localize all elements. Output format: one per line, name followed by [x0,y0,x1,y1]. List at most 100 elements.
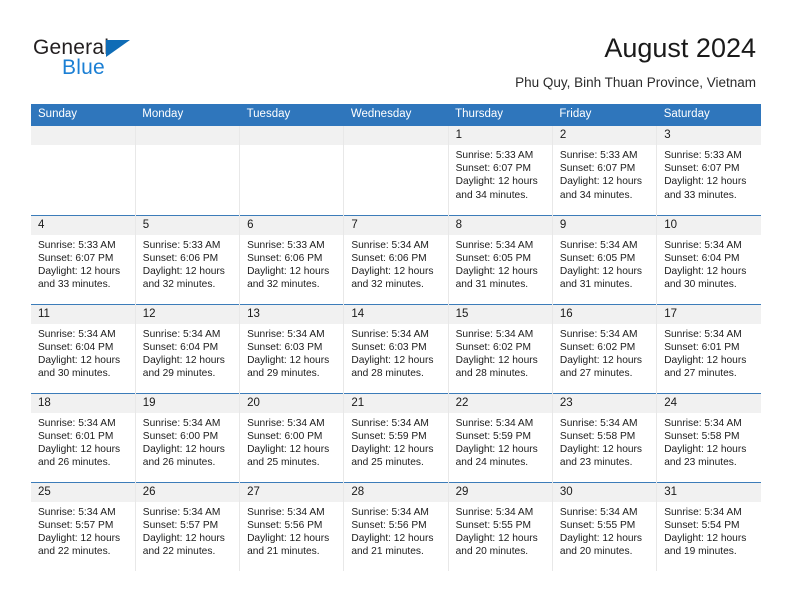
day-number: 26 [135,482,240,502]
sunset-time: Sunset: 6:04 PM [142,341,219,353]
calendar-day-cell[interactable]: 11 Sunrise: 5:34 AM Sunset: 6:04 PM Dayligh… [31,303,136,393]
calendar-day-cell[interactable]: 13 Sunrise: 5:34 AM Sunset: 6:03 PM Dayligh… [239,303,344,393]
daylight-duration-line2: and 31 minutes. [455,279,529,291]
daylight-duration-line1: Daylight: 12 hours [455,443,538,455]
calendar-day-cell[interactable]: 18 Sunrise: 5:34 AM Sunset: 6:01 PM Dayligh… [31,392,136,482]
weekday-header-monday: Monday [135,104,240,126]
sunset-time: Sunset: 5:56 PM [351,519,427,531]
daylight-duration-line1: Daylight: 12 hours [351,265,434,277]
calendar-day-cell[interactable]: 17 Sunrise: 5:34 AM Sunset: 6:01 PM Dayligh… [656,303,761,393]
daylight-duration-line1: Daylight: 12 hours [455,354,538,366]
calendar-day-cell[interactable]: 10 Sunrise: 5:34 AM Sunset: 6:04 PM Dayligh… [656,214,761,304]
daylight-duration-line2: and 23 minutes. [664,457,737,469]
day-details: Sunrise: 5:33 AM Sunset: 6:07 PM Daylight:… [553,145,656,202]
sunrise-time: Sunrise: 5:34 AM [559,417,638,429]
day-number: 27 [240,482,344,502]
daylight-duration-line1: Daylight: 12 hours [559,443,643,455]
daylight-duration-line1: Daylight: 12 hours [38,443,121,455]
day-number: 23 [552,393,657,413]
weekday-header-thursday: Thursday [448,104,553,126]
calendar-day-cell[interactable]: 2 Sunrise: 5:33 AM Sunset: 6:07 PM Daylight… [551,126,657,215]
calendar-day-cell[interactable]: 23 Sunrise: 5:34 AM Sunset: 5:58 PM Dayligh… [551,392,657,482]
calendar-day-cell[interactable]: 5 Sunrise: 5:33 AM Sunset: 6:06 PM Daylight… [134,214,240,304]
calendar-day-cell[interactable]: 19 Sunrise: 5:34 AM Sunset: 6:00 PM Dayligh… [134,392,240,482]
calendar-day-cell-empty [239,126,344,215]
sunrise-time: Sunrise: 5:34 AM [142,506,221,518]
daylight-duration-line1: Daylight: 12 hours [142,532,225,544]
calendar-day-cell-empty [343,126,449,215]
calendar-day-cell[interactable]: 15 Sunrise: 5:34 AM Sunset: 6:02 PM Dayligh… [447,303,553,393]
sunset-time: Sunset: 5:58 PM [559,430,636,442]
day-number: 14 [344,304,448,324]
daylight-duration-line1: Daylight: 12 hours [38,532,121,544]
calendar-day-cell[interactable]: 29 Sunrise: 5:34 AM Sunset: 5:55 PM Dayligh… [447,481,553,571]
day-details: Sunrise: 5:33 AM Sunset: 6:06 PM Daylight:… [240,235,343,292]
sunset-time: Sunset: 5:54 PM [664,519,740,531]
sunrise-time: Sunrise: 5:34 AM [559,506,638,518]
daylight-duration-line1: Daylight: 12 hours [351,532,434,544]
daylight-duration-line2: and 31 minutes. [559,279,633,291]
sunset-time: Sunset: 6:07 PM [455,163,531,175]
daylight-duration-line2: and 33 minutes. [664,189,737,201]
sunrise-time: Sunrise: 5:33 AM [559,150,638,161]
sunset-time: Sunset: 6:06 PM [142,252,219,264]
sunrise-time: Sunrise: 5:34 AM [351,328,429,340]
calendar-day-cell[interactable]: 14 Sunrise: 5:34 AM Sunset: 6:03 PM Dayligh… [343,303,449,393]
day-details: Sunrise: 5:34 AM Sunset: 5:59 PM Daylight:… [344,413,447,470]
calendar-day-cell[interactable]: 31 Sunrise: 5:34 AM Sunset: 5:54 PM Dayligh… [656,481,761,571]
calendar-body: 1 Sunrise: 5:33 AM Sunset: 6:07 PM Daylight… [31,126,761,571]
day-details: Sunrise: 5:34 AM Sunset: 6:06 PM Daylight:… [344,235,447,292]
calendar-day-cell[interactable]: 16 Sunrise: 5:34 AM Sunset: 6:02 PM Dayligh… [551,303,657,393]
calendar-day-cell[interactable]: 22 Sunrise: 5:34 AM Sunset: 5:59 PM Dayligh… [447,392,553,482]
sunrise-time: Sunrise: 5:34 AM [38,506,116,518]
daylight-duration-line1: Daylight: 12 hours [455,532,538,544]
calendar-day-cell[interactable]: 6 Sunrise: 5:33 AM Sunset: 6:06 PM Daylight… [239,214,344,304]
calendar-day-cell[interactable]: 12 Sunrise: 5:34 AM Sunset: 6:04 PM Dayligh… [134,303,240,393]
daylight-duration-line1: Daylight: 12 hours [455,265,538,277]
calendar-day-cell[interactable]: 27 Sunrise: 5:34 AM Sunset: 5:56 PM Dayligh… [239,481,344,571]
day-number: 5 [135,215,240,235]
day-number: 31 [657,482,761,502]
day-number: 1 [448,126,552,145]
calendar-day-cell-empty [134,126,240,215]
calendar-day-cell[interactable]: 9 Sunrise: 5:34 AM Sunset: 6:05 PM Daylight… [551,214,657,304]
calendar-day-cell[interactable]: 1 Sunrise: 5:33 AM Sunset: 6:07 PM Daylight… [447,126,553,215]
calendar-day-cell[interactable]: 3 Sunrise: 5:33 AM Sunset: 6:07 PM Daylight… [656,126,761,215]
calendar-day-cell-empty [31,126,136,215]
daylight-duration-line2: and 34 minutes. [455,189,529,201]
day-number: 13 [240,304,344,324]
sunrise-time: Sunrise: 5:34 AM [142,328,221,340]
sunrise-time: Sunrise: 5:34 AM [351,417,429,429]
day-number: 16 [552,304,657,324]
general-blue-logo[interactable]: General Blue [33,36,273,86]
sunrise-time: Sunrise: 5:34 AM [38,417,116,429]
day-details: Sunrise: 5:34 AM Sunset: 6:00 PM Daylight:… [240,413,343,470]
daylight-duration-line2: and 21 minutes. [247,546,320,558]
sunset-time: Sunset: 6:04 PM [38,341,114,353]
sunset-time: Sunset: 6:02 PM [559,341,636,353]
sunrise-time: Sunrise: 5:34 AM [559,328,638,340]
sunset-time: Sunset: 5:59 PM [351,430,427,442]
sunrise-time: Sunrise: 5:34 AM [455,506,534,518]
calendar-day-cell[interactable]: 8 Sunrise: 5:34 AM Sunset: 6:05 PM Daylight… [447,214,553,304]
calendar-day-cell[interactable]: 28 Sunrise: 5:34 AM Sunset: 5:56 PM Dayligh… [343,481,449,571]
calendar-day-cell[interactable]: 4 Sunrise: 5:33 AM Sunset: 6:07 PM Daylight… [31,214,136,304]
daylight-duration-line1: Daylight: 12 hours [559,265,643,277]
calendar-day-cell[interactable]: 7 Sunrise: 5:34 AM Sunset: 6:06 PM Daylight… [343,214,449,304]
calendar-day-cell[interactable]: 24 Sunrise: 5:34 AM Sunset: 5:58 PM Dayligh… [656,392,761,482]
calendar-day-cell[interactable]: 21 Sunrise: 5:34 AM Sunset: 5:59 PM Dayligh… [343,392,449,482]
sunset-time: Sunset: 6:07 PM [38,252,114,264]
sunrise-time: Sunrise: 5:34 AM [247,506,325,518]
sunrise-time: Sunrise: 5:34 AM [351,239,429,251]
daylight-duration-line1: Daylight: 12 hours [664,532,747,544]
calendar-day-cell[interactable]: 26 Sunrise: 5:34 AM Sunset: 5:57 PM Dayligh… [134,481,240,571]
calendar-day-cell[interactable]: 25 Sunrise: 5:34 AM Sunset: 5:57 PM Dayligh… [31,481,136,571]
logo-triangle-icon [106,40,130,57]
calendar-day-cell[interactable]: 30 Sunrise: 5:34 AM Sunset: 5:55 PM Dayligh… [551,481,657,571]
daylight-duration-line1: Daylight: 12 hours [455,176,538,188]
day-number: 9 [552,215,657,235]
daylight-duration-line2: and 29 minutes. [247,368,320,380]
calendar-day-cell[interactable]: 20 Sunrise: 5:34 AM Sunset: 6:00 PM Dayligh… [239,392,344,482]
day-details: Sunrise: 5:34 AM Sunset: 5:54 PM Daylight:… [657,502,761,559]
sunset-time: Sunset: 6:07 PM [559,163,636,175]
